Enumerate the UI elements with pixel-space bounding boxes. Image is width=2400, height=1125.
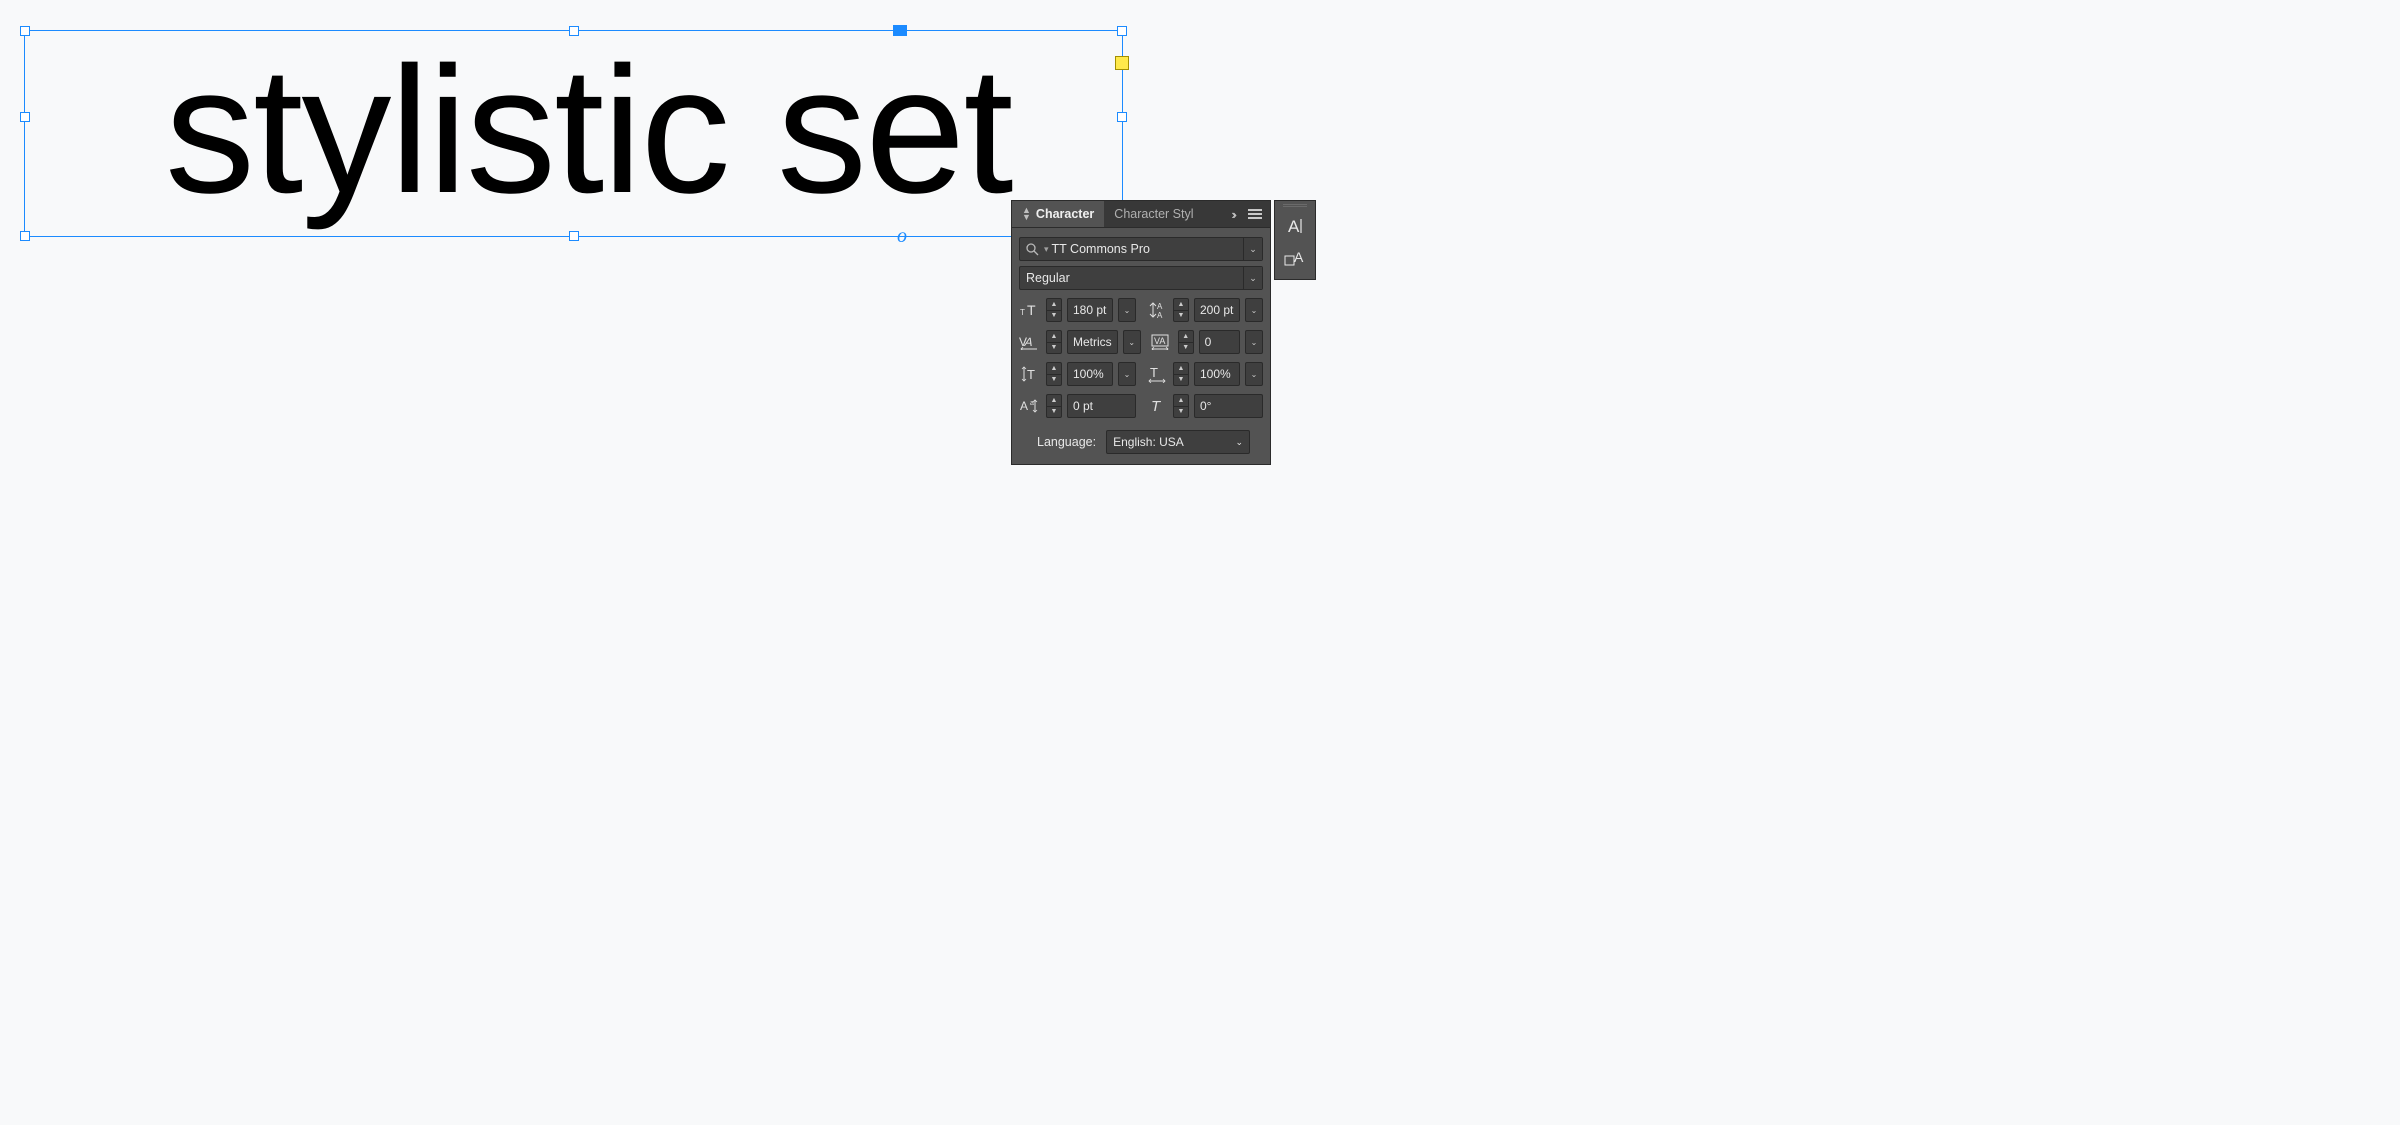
kerning-input[interactable]: Metrics [1067, 330, 1118, 354]
resize-handle-mr[interactable] [1117, 112, 1127, 122]
font-size-icon: TT [1019, 299, 1041, 321]
vertical-scale-spinner[interactable]: ▲▼ [1046, 362, 1062, 386]
language-combo[interactable]: English: USA ⌄ [1106, 430, 1250, 454]
tracking-dropdown[interactable]: ⌄ [1245, 330, 1263, 354]
leading-input[interactable]: 200 pt [1194, 298, 1240, 322]
horizontal-scale-input[interactable]: 100% [1194, 362, 1240, 386]
text-in-port[interactable] [893, 25, 907, 36]
vertical-scale-dropdown[interactable]: ⌄ [1118, 362, 1136, 386]
svg-text:A: A [1288, 217, 1300, 236]
svg-text:T: T [1020, 308, 1025, 317]
leading-spinner[interactable]: ▲▼ [1173, 298, 1189, 322]
font-style-combo[interactable]: Regular ⌄ [1019, 266, 1263, 290]
language-label: Language: [1037, 435, 1096, 449]
resize-handle-ml[interactable] [20, 112, 30, 122]
horizontal-scale-icon: T [1146, 363, 1168, 385]
search-icon [1026, 243, 1039, 256]
tab-character-styles[interactable]: Character Styl [1104, 201, 1203, 227]
panel-tabs: ▲▼ Character Character Styl ›› [1012, 201, 1270, 228]
vertical-scale-icon: T [1019, 363, 1041, 385]
character-styles-icon: A [1284, 248, 1306, 268]
resize-handle-tl[interactable] [20, 26, 30, 36]
font-family-dropdown[interactable]: ⌄ [1243, 238, 1262, 260]
font-family-combo[interactable]: ▾ TT Commons Pro ⌄ [1019, 237, 1263, 261]
font-size-dropdown[interactable]: ⌄ [1118, 298, 1136, 322]
character-panel-cluster: ▲▼ Character Character Styl ›› [1012, 201, 1315, 464]
svg-text:T: T [1151, 398, 1162, 414]
leading-dropdown[interactable]: ⌄ [1245, 298, 1263, 322]
font-style-value: Regular [1026, 271, 1070, 285]
tab-character-styles-label: Character Styl [1114, 207, 1193, 221]
language-value: English: USA [1113, 435, 1184, 449]
font-size-input[interactable]: 180 pt [1067, 298, 1113, 322]
panel-menu-button[interactable] [1240, 201, 1270, 227]
chevron-down-icon: ⌄ [1236, 437, 1244, 448]
baseline-shift-input[interactable]: 0 pt [1067, 394, 1136, 418]
skew-input[interactable]: 0° [1194, 394, 1263, 418]
svg-text:A: A [1157, 302, 1163, 311]
resize-handle-tr[interactable] [1117, 26, 1127, 36]
baseline-indicator: o [897, 225, 907, 248]
tracking-spinner[interactable]: ▲▼ [1178, 330, 1194, 354]
collapsed-dock: A A [1275, 201, 1315, 279]
kerning-dropdown[interactable]: ⌄ [1123, 330, 1141, 354]
svg-text:VA: VA [1154, 336, 1165, 346]
character-icon: A [1285, 216, 1305, 236]
text-out-port[interactable] [1115, 56, 1129, 70]
resize-handle-tm[interactable] [569, 26, 579, 36]
dock-character-button[interactable]: A [1281, 212, 1309, 240]
horizontal-scale-spinner[interactable]: ▲▼ [1173, 362, 1189, 386]
kerning-icon: V A [1019, 331, 1041, 353]
font-family-value: TT Commons Pro [1052, 242, 1150, 256]
font-style-dropdown[interactable]: ⌄ [1243, 267, 1262, 289]
horizontal-scale-dropdown[interactable]: ⌄ [1245, 362, 1263, 386]
svg-text:A: A [1020, 399, 1028, 413]
svg-text:T: T [1027, 367, 1035, 382]
tracking-icon: VA [1151, 331, 1173, 353]
tab-character-label: Character [1036, 207, 1094, 221]
leading-icon: A A [1146, 299, 1168, 321]
vertical-scale-input[interactable]: 100% [1067, 362, 1113, 386]
frame-text[interactable]: stylistic set [25, 31, 1122, 231]
tab-character[interactable]: ▲▼ Character [1012, 201, 1104, 227]
baseline-shift-icon: A a [1019, 395, 1041, 417]
font-size-spinner[interactable]: ▲▼ [1046, 298, 1062, 322]
text-frame[interactable]: o stylistic set [24, 30, 1123, 237]
hamburger-icon [1248, 208, 1262, 220]
chevron-down-icon: ▾ [1044, 244, 1049, 255]
resize-handle-bl[interactable] [20, 231, 30, 241]
dock-character-styles-button[interactable]: A [1281, 244, 1309, 272]
svg-text:A: A [1157, 311, 1163, 319]
skew-spinner[interactable]: ▲▼ [1173, 394, 1189, 418]
tabs-overflow-button[interactable]: ›› [1225, 201, 1240, 227]
svg-text:T: T [1150, 365, 1158, 380]
tab-collapse-icon: ▲▼ [1022, 207, 1031, 221]
skew-icon: T [1146, 395, 1168, 417]
kerning-spinner[interactable]: ▲▼ [1046, 330, 1062, 354]
character-panel: ▲▼ Character Character Styl ›› [1012, 201, 1270, 464]
resize-handle-bm[interactable] [569, 231, 579, 241]
tracking-input[interactable]: 0 [1199, 330, 1240, 354]
svg-text:T: T [1027, 302, 1036, 318]
baseline-shift-spinner[interactable]: ▲▼ [1046, 394, 1062, 418]
svg-text:A: A [1294, 249, 1304, 265]
dock-grip[interactable] [1283, 204, 1307, 208]
